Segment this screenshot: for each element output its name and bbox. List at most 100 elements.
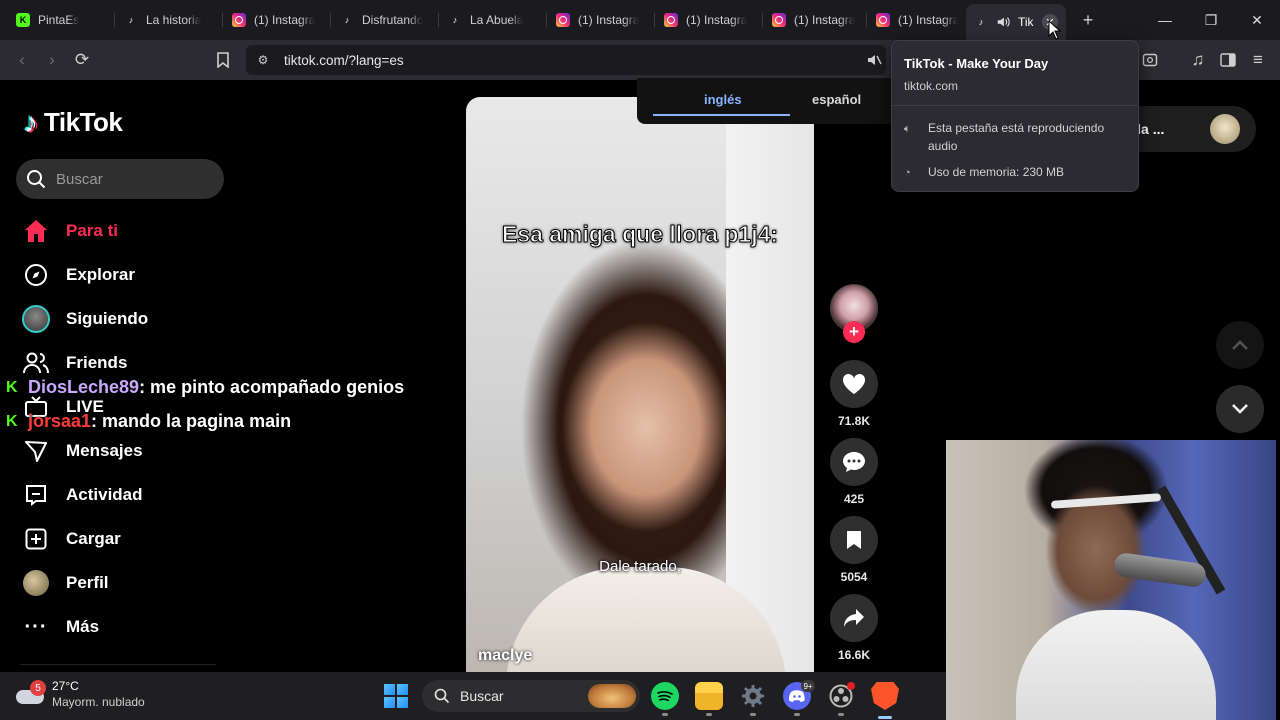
- tab-title: (1) Instagra: [898, 13, 958, 27]
- profile-avatar: [22, 569, 50, 597]
- sidebar-toggle-icon[interactable]: [1216, 48, 1240, 72]
- forward-icon[interactable]: ›: [40, 48, 64, 72]
- friends-icon: [22, 349, 50, 377]
- share-button[interactable]: [830, 594, 878, 642]
- following-avatar: [22, 305, 50, 333]
- next-video-button[interactable]: [1216, 385, 1264, 433]
- browser-tab[interactable]: ♪ La historia: [116, 6, 220, 34]
- back-icon[interactable]: ‹: [10, 48, 34, 72]
- share-icon: [844, 609, 864, 627]
- tiktok-logo[interactable]: ♪ TikTok: [24, 106, 123, 138]
- save-button[interactable]: [830, 516, 878, 564]
- tab-title: Tik: [1018, 15, 1034, 29]
- tab-title: Disfrutando: [362, 13, 424, 27]
- audio-status-line2: audio: [928, 139, 958, 153]
- site-settings-icon[interactable]: ⚙: [256, 53, 270, 67]
- speaker-icon[interactable]: [996, 15, 1010, 29]
- instagram-icon: [664, 13, 678, 27]
- instagram-icon: [556, 13, 570, 27]
- webcam-overlay: [946, 440, 1276, 720]
- tiktok-icon: ♪: [978, 17, 984, 27]
- sidebar-divider: [20, 664, 216, 665]
- video-subtitle: Dale tarado,: [599, 558, 681, 575]
- browser-tab[interactable]: (1) Instagra: [224, 6, 328, 34]
- nav-label: Explorar: [66, 265, 135, 284]
- lang-tab-espanol[interactable]: español: [812, 92, 861, 107]
- nav-label: Perfil: [66, 573, 109, 592]
- taskbar-search[interactable]: Buscar: [422, 680, 640, 712]
- compass-icon: [22, 261, 50, 289]
- share-count: 16.6K: [837, 648, 871, 662]
- follow-plus-icon[interactable]: +: [843, 321, 865, 343]
- comment-button[interactable]: [830, 438, 878, 486]
- search-icon: [27, 170, 46, 189]
- spotify-icon[interactable]: [651, 682, 679, 716]
- restore-button[interactable]: ❐: [1199, 8, 1223, 32]
- bookmark-icon[interactable]: [211, 48, 235, 72]
- chat-message: K jorsaa1 : mando la pagina main: [6, 411, 291, 432]
- windows-taskbar: 5 27°C Mayorm. nublado Buscar 9+: [0, 672, 946, 720]
- reload-icon[interactable]: ⟳: [70, 48, 94, 72]
- nav-perfil[interactable]: Perfil: [22, 565, 109, 601]
- tab-title: (1) Instagra: [686, 13, 748, 27]
- nav-explorar[interactable]: Explorar: [22, 257, 135, 293]
- chat-username: jorsaa1: [28, 411, 92, 431]
- tiktok-search-bar[interactable]: [16, 159, 224, 199]
- browser-tab[interactable]: ♪ La Abuela: [440, 6, 544, 34]
- browser-tab[interactable]: ♪ Disfrutando: [332, 6, 436, 34]
- browser-tab[interactable]: (1) Instagra: [548, 6, 652, 34]
- nav-label: Mensajes: [66, 441, 143, 460]
- mute-tab-icon[interactable]: [862, 48, 886, 72]
- tab-hover-card: TikTok - Make Your Day tiktok.com 🔈︎ Est…: [891, 40, 1139, 192]
- nav-label: Siguiendo: [66, 309, 149, 328]
- tab-title: (1) Instagra: [794, 13, 856, 27]
- nav-siguiendo[interactable]: Siguiendo: [22, 301, 148, 337]
- close-window-button[interactable]: ✕: [1245, 8, 1269, 32]
- nav-label: Más: [66, 617, 100, 636]
- video-caption-overlay: Esa amiga que llora p1j4:: [501, 221, 779, 248]
- tiktok-logo-text: TikTok: [44, 107, 123, 137]
- header-get-app-chip[interactable]: er la ...: [1120, 106, 1256, 152]
- nav-cargar[interactable]: Cargar: [22, 521, 121, 557]
- like-button[interactable]: [830, 360, 878, 408]
- kick-badge-icon: K: [6, 412, 18, 430]
- nav-label: Cargar: [66, 529, 121, 548]
- screenshot-icon[interactable]: [1138, 48, 1162, 72]
- tiktok-note-icon: ♪: [24, 106, 38, 138]
- new-tab-button[interactable]: +: [1078, 8, 1098, 32]
- tab-title: La Abuela: [470, 13, 524, 27]
- menu-icon[interactable]: ≡: [1246, 48, 1270, 72]
- media-control-icon[interactable]: ♫: [1186, 48, 1210, 72]
- nav-mensajes[interactable]: Mensajes: [22, 433, 143, 469]
- microphone: [1112, 551, 1208, 589]
- browser-tab[interactable]: K PintaEs: [8, 6, 112, 34]
- search-input[interactable]: [56, 170, 206, 188]
- nav-para-ti[interactable]: Para ti: [22, 213, 118, 249]
- weather-widget[interactable]: 5 27°C Mayorm. nublado: [16, 678, 145, 710]
- windows-start-icon[interactable]: [384, 684, 408, 708]
- nav-mas[interactable]: ··· Más: [22, 609, 100, 645]
- video-author[interactable]: maclye: [478, 647, 532, 665]
- nav-actividad[interactable]: Actividad: [22, 477, 143, 513]
- browser-tab[interactable]: (1) Instagra: [868, 6, 966, 34]
- file-explorer-icon[interactable]: [695, 682, 723, 716]
- instagram-icon: [772, 13, 786, 27]
- user-avatar[interactable]: [1210, 114, 1240, 144]
- browser-tab[interactable]: (1) Instagra: [656, 6, 760, 34]
- chevron-up-icon: [1232, 340, 1248, 350]
- previous-video-button[interactable]: [1216, 321, 1264, 369]
- heart-icon: [842, 373, 866, 394]
- more-icon: ···: [24, 615, 48, 638]
- lang-tab-ingles[interactable]: inglés: [704, 92, 742, 107]
- address-bar[interactable]: ⚙ tiktok.com/?lang=es: [246, 45, 886, 75]
- discord-notification-badge: 9+: [801, 680, 815, 692]
- language-popup: inglés español: [637, 78, 895, 124]
- settings-gear-icon[interactable]: [739, 682, 767, 716]
- weather-badge: 5: [30, 680, 46, 696]
- video-player[interactable]: Esa amiga que llora p1j4: Dale tarado, m…: [466, 97, 814, 672]
- nav-friends[interactable]: Friends: [22, 345, 127, 381]
- browser-tab[interactable]: (1) Instagra: [764, 6, 864, 34]
- brave-browser-icon[interactable]: [871, 682, 899, 710]
- minimize-button[interactable]: —: [1153, 8, 1177, 32]
- chat-message: K DiosLeche89 : me pinto acompañado geni…: [6, 377, 404, 398]
